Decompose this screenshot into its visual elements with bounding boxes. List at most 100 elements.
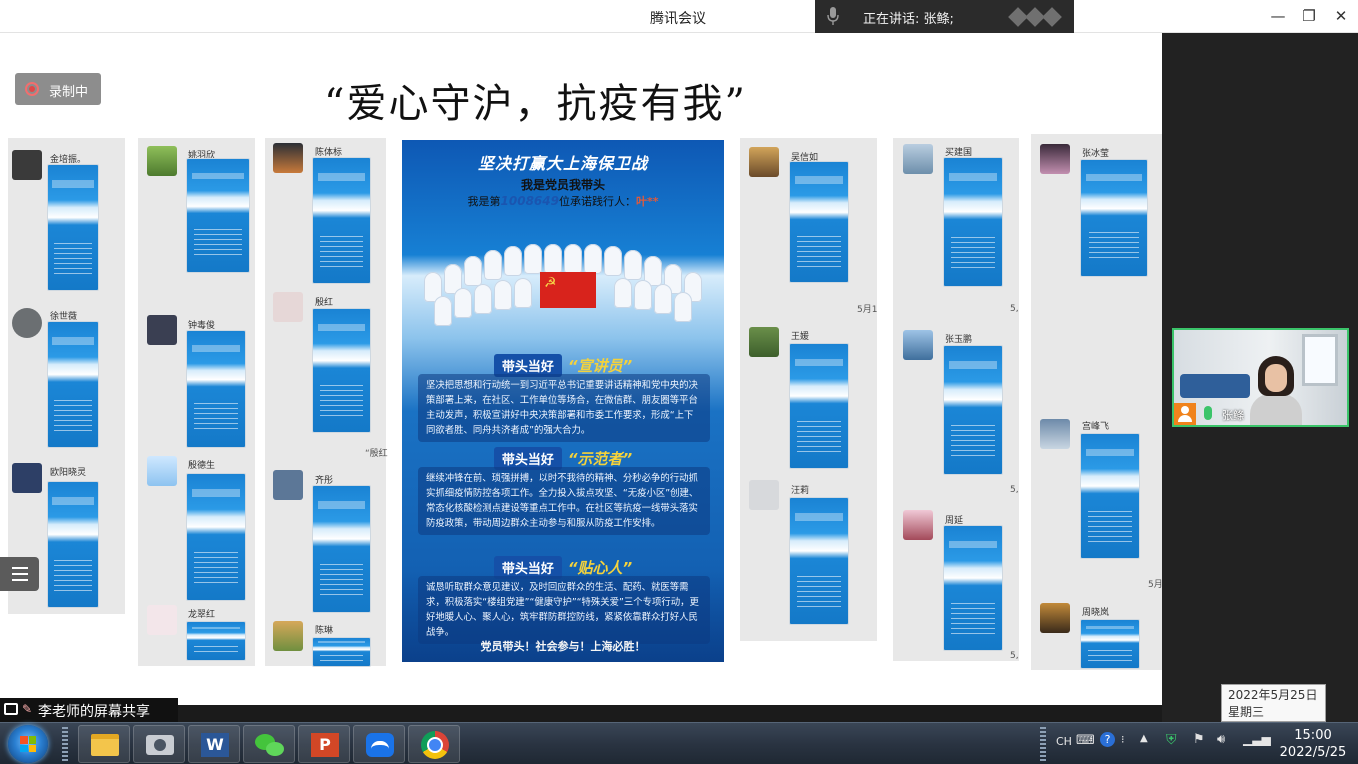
poster-thumbnail[interactable] bbox=[943, 525, 1003, 651]
party-flag-icon: ☭ bbox=[540, 272, 596, 308]
windows-logo-icon bbox=[20, 736, 36, 752]
tencent-meeting-icon bbox=[366, 733, 394, 757]
poster-thumbnail[interactable] bbox=[1080, 433, 1140, 559]
user-name: 殷红 bbox=[315, 298, 334, 308]
user-name: 周晓岚 bbox=[1082, 608, 1110, 618]
poster-thumbnail[interactable] bbox=[312, 308, 371, 433]
screen-share-label[interactable]: ✎ 李老师的屏幕共享 bbox=[0, 698, 178, 722]
app-title: 腾讯会议 bbox=[650, 11, 706, 27]
list-toggle-button[interactable] bbox=[0, 557, 39, 591]
taskbar-grip[interactable] bbox=[62, 727, 68, 761]
taskbar-word[interactable]: W bbox=[188, 725, 240, 763]
help-icon[interactable]: ? bbox=[1100, 732, 1115, 747]
wechat-icon bbox=[255, 732, 285, 758]
participant-name: 张鲦 bbox=[1222, 409, 1244, 422]
video-room-sofa bbox=[1180, 374, 1250, 398]
powerpoint-icon: P bbox=[311, 733, 339, 757]
window-titlebar: 腾讯会议 正在讲话: 张鲦; — ❐ ✕ bbox=[0, 0, 1358, 33]
poster-thumbnail[interactable] bbox=[312, 157, 371, 284]
security-shield-icon[interactable]: ⛨ bbox=[1166, 732, 1177, 748]
network-signal-icon[interactable]: ▁▃▅ bbox=[1243, 732, 1271, 746]
avatar bbox=[273, 621, 303, 651]
recording-label: 录制中 bbox=[49, 85, 89, 100]
user-name: 陈琳 bbox=[315, 626, 334, 636]
speaking-text: 正在讲话: 张鲦; bbox=[863, 12, 954, 27]
date-fragment: “殷红 bbox=[365, 449, 388, 459]
minimize-button[interactable]: — bbox=[1266, 5, 1290, 27]
avatar bbox=[12, 150, 42, 180]
avatar bbox=[12, 308, 42, 338]
taskbar-clock[interactable]: 15:00 2022/5/25 bbox=[1270, 727, 1356, 761]
user-name: 宫峰飞 bbox=[1082, 422, 1110, 432]
avatar bbox=[749, 327, 779, 357]
slide-title: “爱心守沪，抗疫有我” bbox=[324, 81, 747, 127]
avatar bbox=[903, 330, 933, 360]
poster-thumbnail[interactable] bbox=[789, 497, 849, 625]
poster-thumbnail[interactable] bbox=[789, 161, 849, 283]
speaker-avatars-blurred bbox=[1008, 6, 1062, 28]
poster-thumbnail[interactable] bbox=[1080, 159, 1148, 277]
avatar bbox=[1040, 144, 1070, 174]
poster-thumbnail[interactable] bbox=[47, 164, 99, 291]
avatar bbox=[903, 510, 933, 540]
poster-thumbnail[interactable] bbox=[186, 158, 250, 273]
avatar bbox=[12, 463, 42, 493]
mic-icon bbox=[827, 7, 839, 25]
avatar bbox=[147, 605, 177, 635]
action-center-flag-icon[interactable]: ⚑ bbox=[1193, 732, 1205, 747]
user-name: 张玉鹏 bbox=[945, 335, 973, 345]
keyboard-icon[interactable]: ⌨ bbox=[1076, 733, 1095, 748]
poster-footer: 党员带头！社会参与！上海必胜！ bbox=[480, 640, 646, 653]
poster-thumbnail[interactable] bbox=[943, 157, 1003, 287]
taskbar-tencent-meeting[interactable] bbox=[353, 725, 405, 763]
avatar bbox=[903, 144, 933, 174]
avatar bbox=[1040, 603, 1070, 633]
volume-icon[interactable]: 🔊︎ bbox=[1217, 732, 1225, 747]
maximize-button[interactable]: ❐ bbox=[1297, 5, 1321, 27]
folder-icon bbox=[91, 734, 119, 756]
poster-thumbnail[interactable] bbox=[47, 481, 99, 608]
speaking-indicator: 正在讲话: 张鲦; bbox=[815, 0, 1074, 33]
taskbar-powerpoint[interactable]: P bbox=[298, 725, 350, 763]
date-tooltip: 2022年5月25日 星期三 bbox=[1221, 684, 1326, 722]
user-name: 汪莉 bbox=[791, 486, 810, 496]
screen-share-icon bbox=[4, 703, 18, 715]
tray-grip[interactable] bbox=[1040, 727, 1046, 761]
taskbar-camera[interactable] bbox=[133, 725, 185, 763]
pen-icon: ✎ bbox=[22, 702, 33, 716]
poster-thumbnail[interactable] bbox=[943, 345, 1003, 475]
show-hidden-icons-icon[interactable]: ▲ bbox=[1140, 733, 1148, 744]
input-language[interactable]: CH bbox=[1056, 735, 1072, 748]
taskbar-chrome[interactable] bbox=[408, 725, 460, 763]
poster-thumbnail[interactable] bbox=[789, 343, 849, 469]
participant-video-tile[interactable]: 张鲦 bbox=[1172, 328, 1349, 427]
poster-pledge-line: 我是第1008649位承诺践行人：叶** bbox=[467, 194, 659, 208]
user-name: 龙翠红 bbox=[188, 610, 216, 620]
poster-thumbnail[interactable] bbox=[186, 473, 246, 601]
close-button[interactable]: ✕ bbox=[1329, 5, 1353, 27]
taskbar-wechat[interactable] bbox=[243, 725, 295, 763]
ime-settings-icon[interactable]: ⁝ bbox=[1121, 733, 1125, 746]
poster-thumbnail[interactable] bbox=[186, 330, 246, 448]
avatar bbox=[1040, 419, 1070, 449]
poster-thumbnail[interactable] bbox=[47, 321, 99, 448]
taskbar-file-explorer[interactable] bbox=[78, 725, 130, 763]
avatar bbox=[273, 470, 303, 500]
section-body: 继续冲锋在前、琐强拼搏，以时不我待的精神、分秒必争的行动抓实抓细疫情防控各项工作… bbox=[418, 467, 710, 535]
poster-thumbnail[interactable] bbox=[312, 637, 371, 667]
user-name: 王媛 bbox=[791, 332, 810, 342]
date-fragment: 5, bbox=[1010, 304, 1019, 314]
shared-screen-content: 录制中 “爱心守沪，抗疫有我” 金培振。 徐世薇 欧阳晓灵 姚羽欣 钟毒俊 殷德… bbox=[0, 33, 1162, 705]
poster-subtitle: 我是党员我带头 bbox=[520, 178, 605, 192]
recording-badge[interactable]: 录制中 bbox=[15, 73, 101, 105]
start-button[interactable] bbox=[8, 725, 48, 763]
poster-thumbnail[interactable] bbox=[312, 485, 371, 613]
avatar bbox=[147, 146, 177, 176]
poster-thumbnail[interactable] bbox=[1080, 619, 1140, 669]
poster-thumbnail[interactable] bbox=[186, 621, 246, 661]
date-fragment: 5月 bbox=[1148, 580, 1162, 590]
user-name: 欧阳晓灵 bbox=[50, 468, 87, 478]
participant-person bbox=[1250, 356, 1302, 425]
avatar bbox=[749, 147, 779, 177]
user-name: 殷德生 bbox=[188, 461, 216, 471]
